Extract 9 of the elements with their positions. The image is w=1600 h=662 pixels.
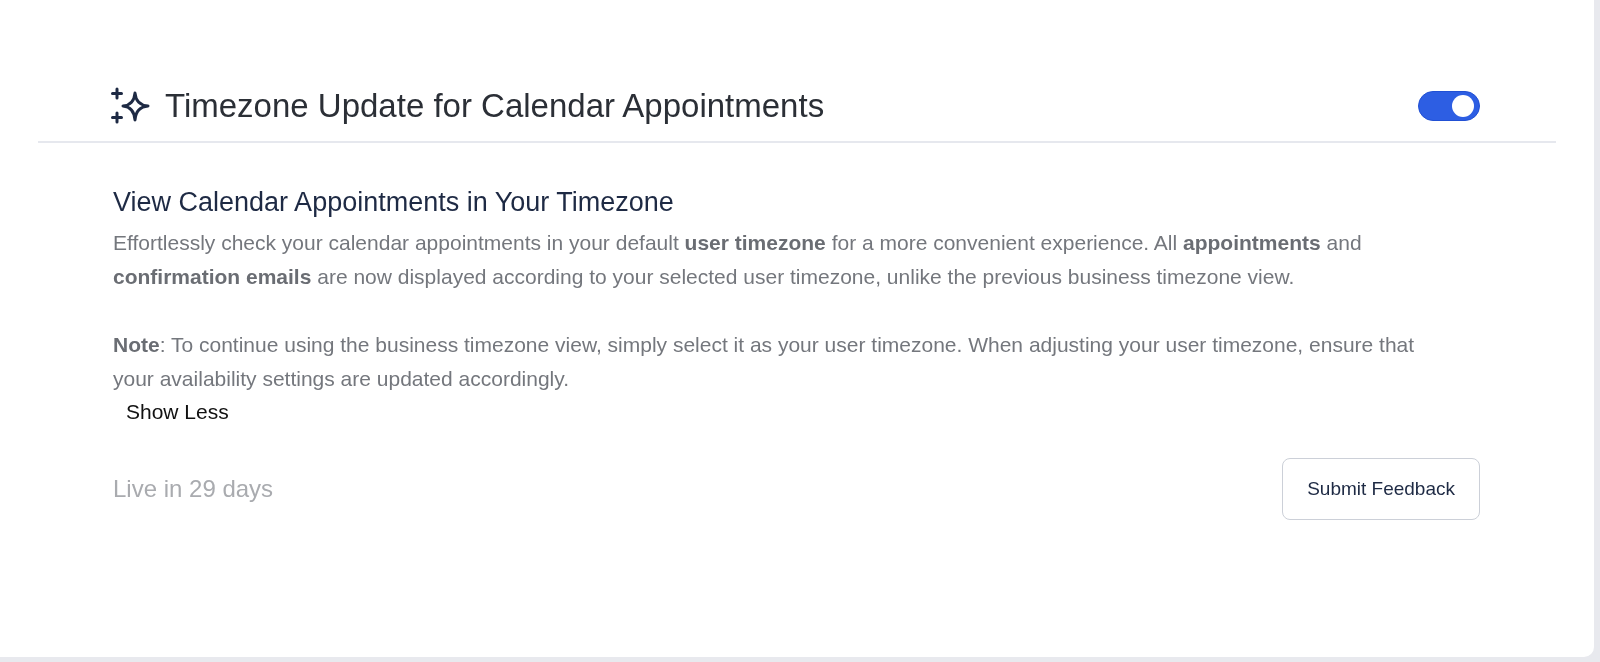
section-heading: View Calendar Appointments in Your Timezone (113, 187, 675, 218)
description-text: Note: To continue using the business timezone view, simply select it as your user timezone. When adjusting your user timezone, ensure that your availability settings are updated accordingly. (113, 332, 1416, 392)
toggle-switch[interactable] (1418, 90, 1480, 121)
submit-feedback-button[interactable]: Submit Feedback (1282, 458, 1480, 520)
sparkle-icon (111, 85, 151, 126)
status-text: Live in 29 days (113, 475, 274, 503)
description-text: Effortlessly check your calendar appointments in your default user timezone for a more convenient experience. All appointments and confirmation emails are now displayed according to your selected user timezone, unlike the previous business timezone view. (113, 230, 1363, 290)
show-less-link[interactable]: Show Less (126, 400, 229, 424)
card-title: Timezone Update for Calendar Appointments (165, 86, 825, 125)
